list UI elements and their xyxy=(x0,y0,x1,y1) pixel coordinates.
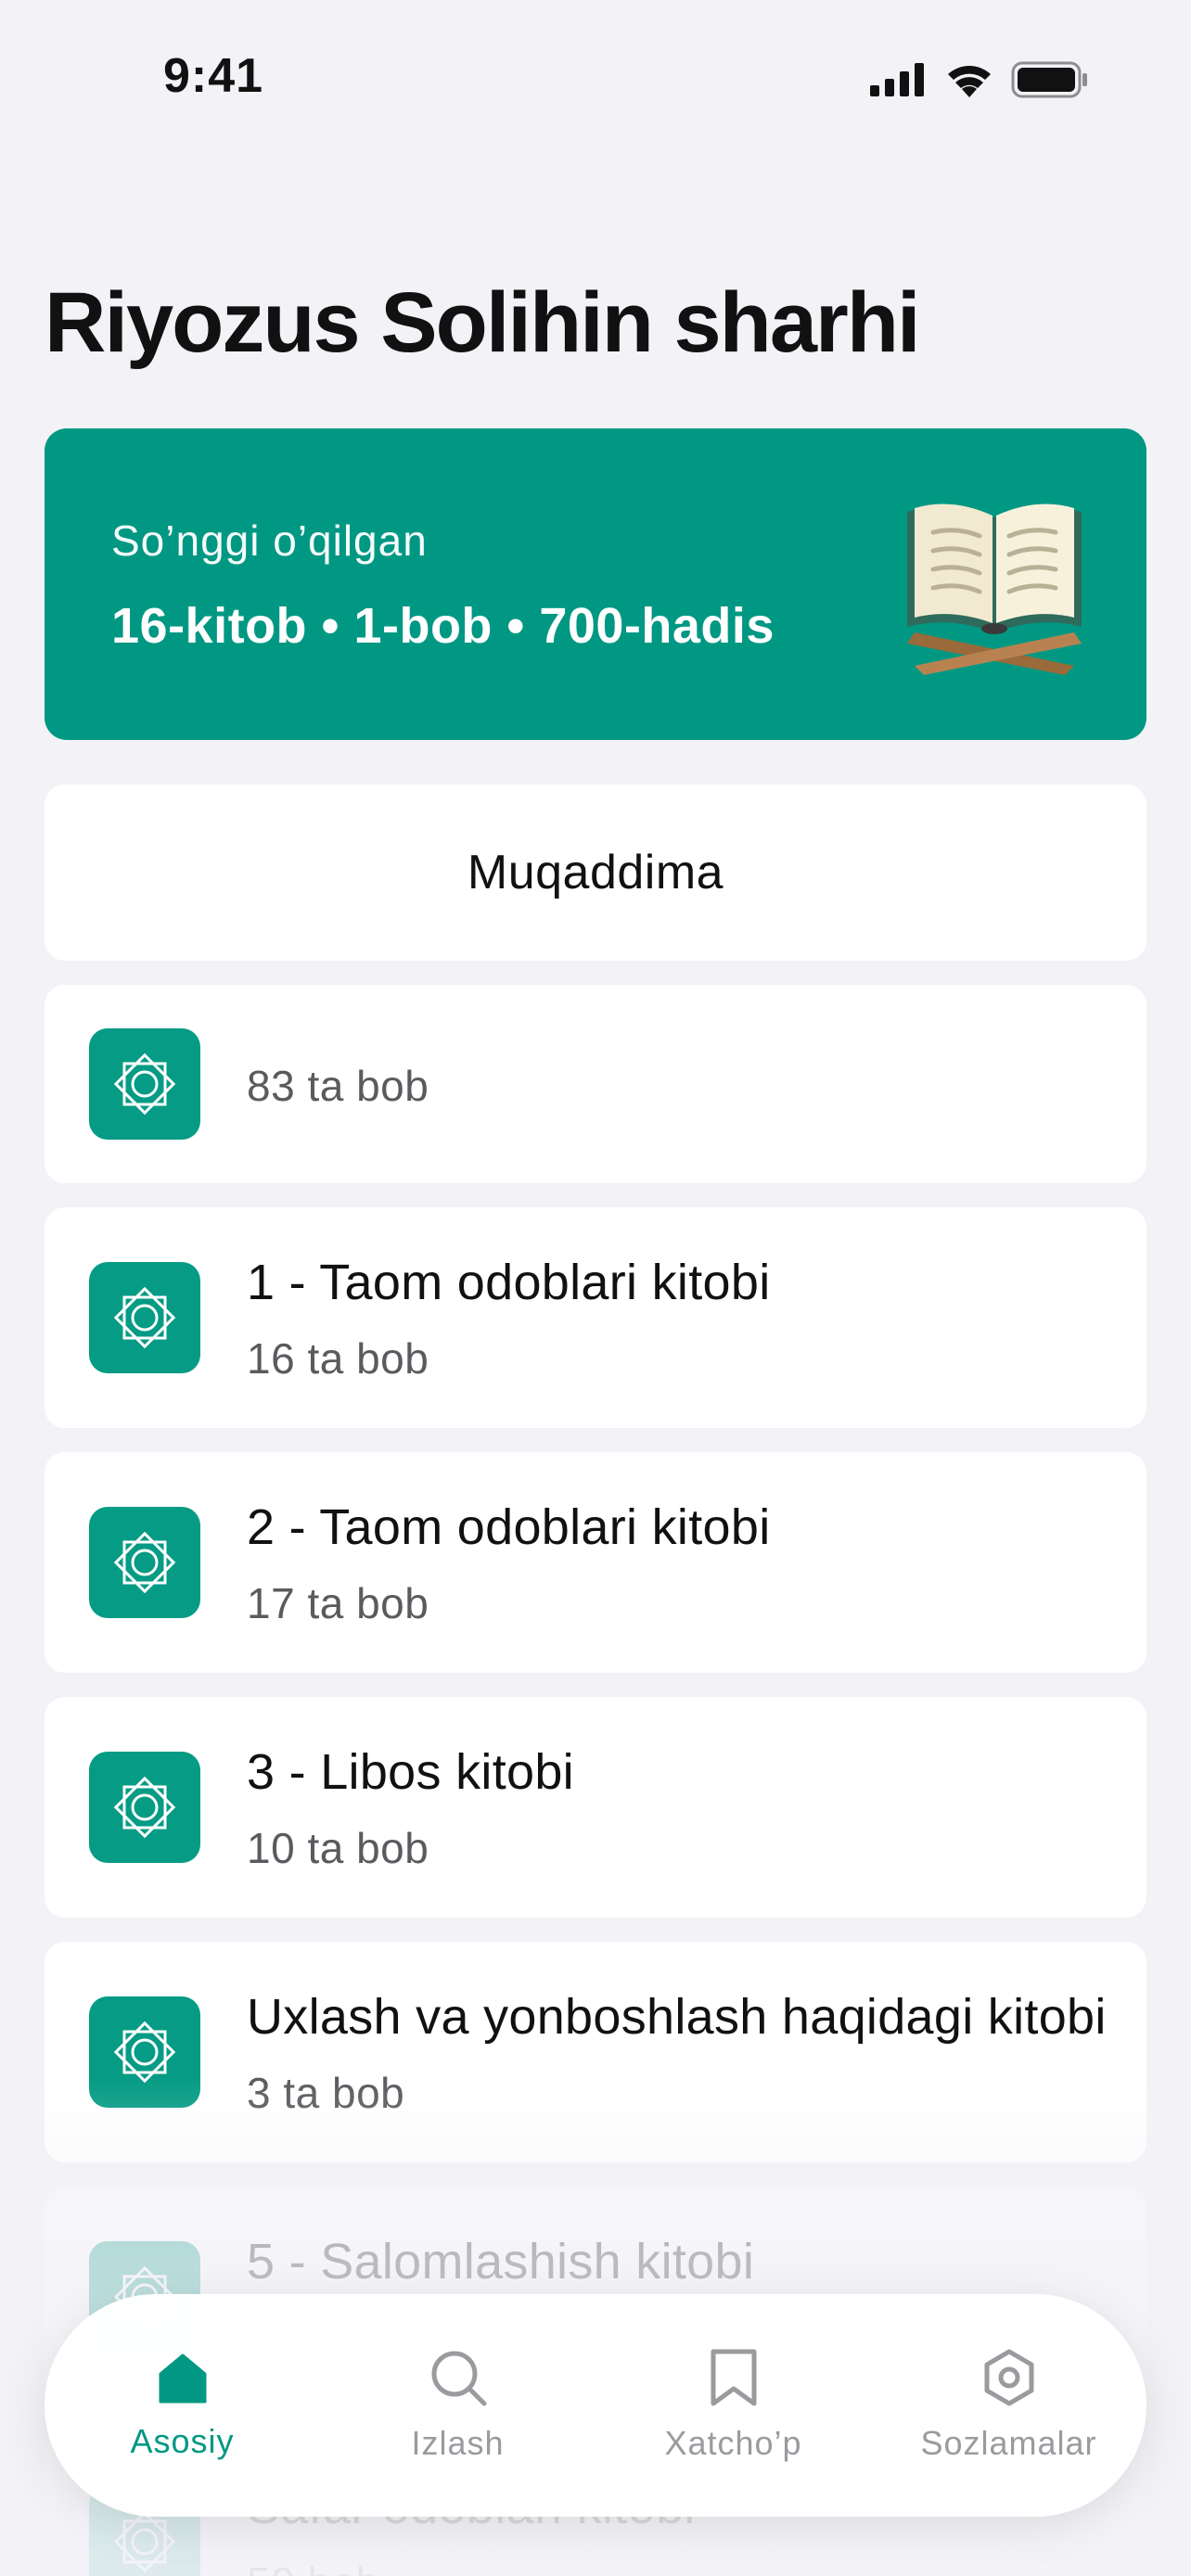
book-chapter-count: 3 ta bob xyxy=(247,2069,405,2117)
book-title: Uxlash va yonboshlash haqidagi kitobi xyxy=(247,1989,1107,2045)
book-title: 1 - Taom odoblari kitobi xyxy=(247,1255,771,1310)
status-time: 9:41 xyxy=(163,49,264,103)
tab-settings[interactable]: Sozlamalar xyxy=(875,2313,1144,2498)
book-title: 3 - Libos kitobi xyxy=(247,1744,574,1800)
tab-label: Asosiy xyxy=(130,2422,235,2460)
book-title: 2 - Taom odoblari kitobi xyxy=(247,1499,771,1555)
book-list-item[interactable]: 83 ta bob xyxy=(45,985,1146,1183)
book-chapter-count: 10 ta bob xyxy=(247,1824,429,1872)
status-icons xyxy=(870,61,1089,98)
tab-label: Izlash xyxy=(411,2424,505,2462)
status-bar: 9:41 xyxy=(0,0,1191,139)
star-emblem-icon xyxy=(89,1507,200,1618)
intro-label: Muqaddima xyxy=(467,846,724,899)
wifi-icon xyxy=(948,66,991,97)
book-list-item[interactable]: 2 - Taom odoblari kitobi 17 ta bob xyxy=(45,1452,1146,1673)
search-icon xyxy=(431,2351,486,2406)
book-chapter-count: 83 ta bob xyxy=(247,1062,429,1110)
tab-bookmarks[interactable]: Xatcho’p xyxy=(599,2313,868,2498)
settings-icon xyxy=(984,2349,1033,2406)
screen: 9:41 Riyozus Solihin sharhi So’nggi o’qi… xyxy=(0,0,1191,2576)
last-read-progress: 16-kitob • 1-bob • 700-hadis xyxy=(111,598,775,654)
star-emblem-icon xyxy=(89,1028,200,1140)
cellular-signal-icon xyxy=(870,63,924,96)
tab-home[interactable]: Asosiy xyxy=(48,2313,317,2498)
book-list-item[interactable]: Uxlash va yonboshlash haqidagi kitobi 3 … xyxy=(45,1942,1146,2162)
book-list-item[interactable]: 3 - Libos kitobi 10 ta bob xyxy=(45,1697,1146,1918)
star-emblem-icon xyxy=(89,1262,200,1373)
book-chapter-count: 17 ta bob xyxy=(247,1579,429,1627)
book-title: 5 - Salomlashish kitobi xyxy=(247,2234,755,2289)
last-read-card[interactable]: So’nggi o’qilgan 16-kitob • 1-bob • 700-… xyxy=(45,428,1146,740)
tab-label: Xatcho’p xyxy=(664,2424,802,2462)
book-list-item[interactable]: 1 - Taom odoblari kitobi 16 ta bob xyxy=(45,1207,1146,1428)
star-emblem-icon xyxy=(89,1752,200,1863)
book-chapter-count: 16 ta bob xyxy=(247,1334,429,1383)
book-chapter-count: 50 bob xyxy=(247,2557,380,2576)
open-book-icon xyxy=(907,504,1082,675)
page-title: Riyozus Solihin sharhi xyxy=(45,275,921,370)
last-read-label: So’nggi o’qilgan xyxy=(111,516,428,565)
intro-card[interactable]: Muqaddima xyxy=(45,784,1146,961)
star-emblem-icon xyxy=(89,1996,200,2108)
tab-search[interactable]: Izlash xyxy=(324,2313,593,2498)
battery-icon xyxy=(1011,61,1087,98)
tab-label: Sozlamalar xyxy=(920,2424,1097,2462)
tab-bar: Asosiy Izlash Xatcho’p Sozlamalar xyxy=(45,2294,1146,2517)
bookmark-icon xyxy=(711,2349,756,2406)
home-icon xyxy=(159,2353,206,2404)
